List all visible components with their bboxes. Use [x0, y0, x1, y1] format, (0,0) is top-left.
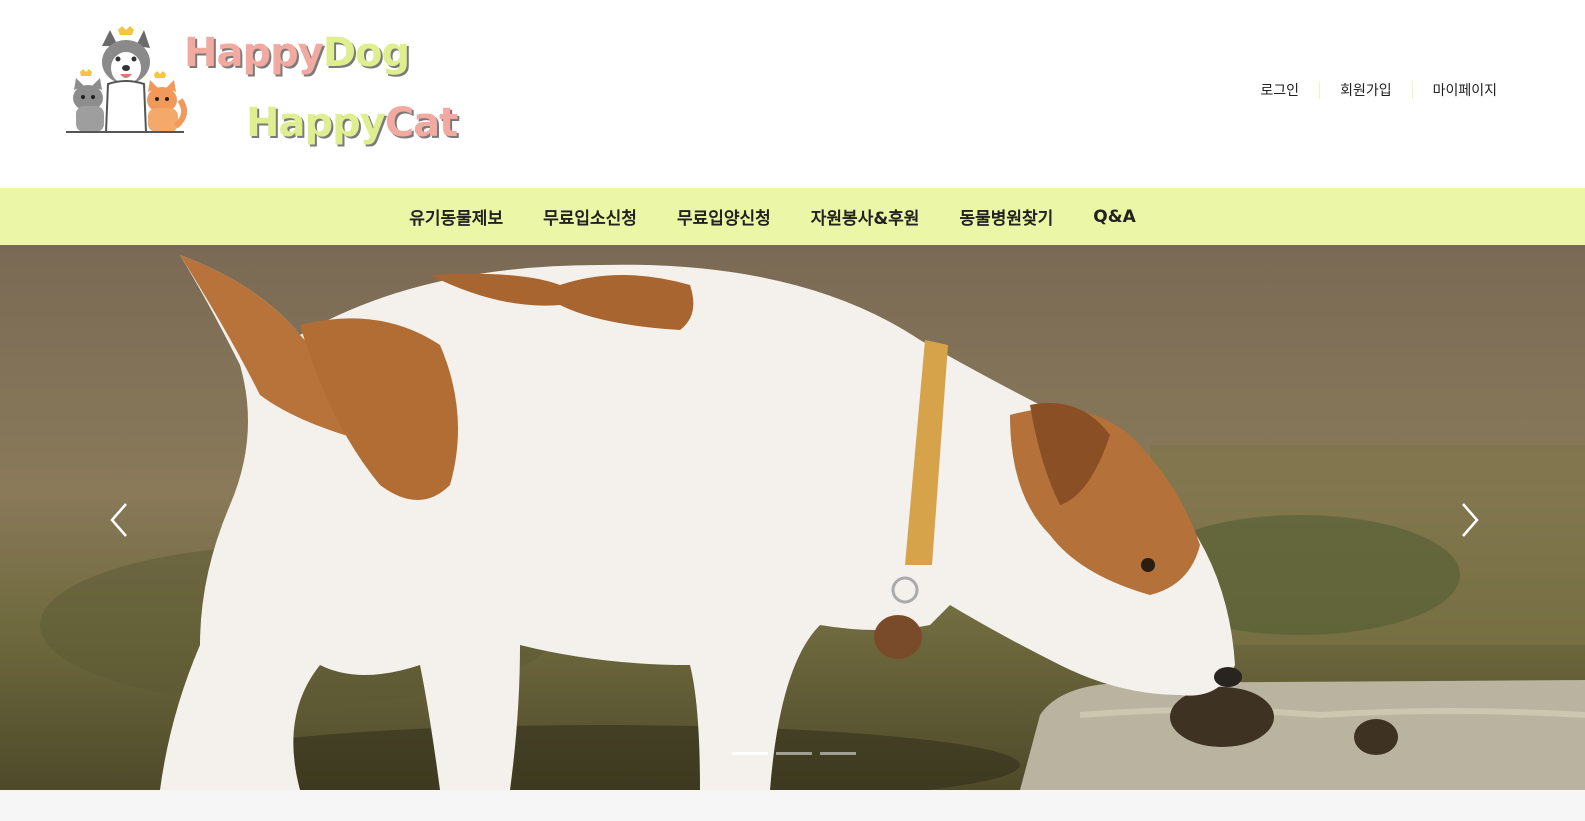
logo-text-happydog: HappyDog [184, 30, 410, 76]
mypage-link[interactable]: 마이페이지 [1413, 80, 1517, 100]
carousel-prev-button[interactable] [104, 500, 134, 540]
site-logo[interactable]: HappyDog HappyCat [62, 20, 458, 160]
nav-item-volunteer-donation[interactable]: 자원봉사&후원 [811, 204, 920, 229]
logo-word-happy-2: Happy [246, 100, 386, 146]
logo-word-cat: Cat [384, 100, 458, 146]
chevron-left-icon [110, 503, 127, 537]
hero-carousel [0, 245, 1585, 790]
carousel-indicator-2[interactable] [776, 752, 812, 755]
pets-logo-icon [66, 26, 187, 133]
content-area-top [0, 790, 1585, 821]
logo-word-dog: Dog [322, 30, 410, 76]
nav-item-stray-report[interactable]: 유기동물제보 [409, 204, 503, 229]
nav-item-qna[interactable]: Q&A [1093, 207, 1135, 227]
nav-item-find-vet[interactable]: 동물병원찾기 [959, 204, 1053, 229]
hero-slide-image [0, 245, 1585, 790]
carousel-indicator-1[interactable] [732, 752, 768, 755]
site-header: HappyDog HappyCat 로그인 회원가입 마이페이지 [0, 0, 1585, 188]
carousel-indicators [732, 752, 856, 755]
signup-link[interactable]: 회원가입 [1320, 80, 1412, 100]
nav-item-free-adoption[interactable]: 무료입양신청 [677, 204, 771, 229]
carousel-indicator-3[interactable] [820, 752, 856, 755]
utility-menu: 로그인 회원가입 마이페이지 [1240, 80, 1517, 100]
nav-item-free-admission[interactable]: 무료입소신청 [543, 204, 637, 229]
main-nav: 유기동물제보 무료입소신청 무료입양신청 자원봉사&후원 동물병원찾기 Q&A [0, 188, 1585, 245]
carousel-next-button[interactable] [1455, 500, 1485, 540]
chevron-right-icon [1462, 503, 1479, 537]
logo-word-happy: Happy [184, 30, 324, 76]
logo-text-happycat: HappyCat [246, 100, 458, 146]
login-link[interactable]: 로그인 [1240, 80, 1319, 100]
